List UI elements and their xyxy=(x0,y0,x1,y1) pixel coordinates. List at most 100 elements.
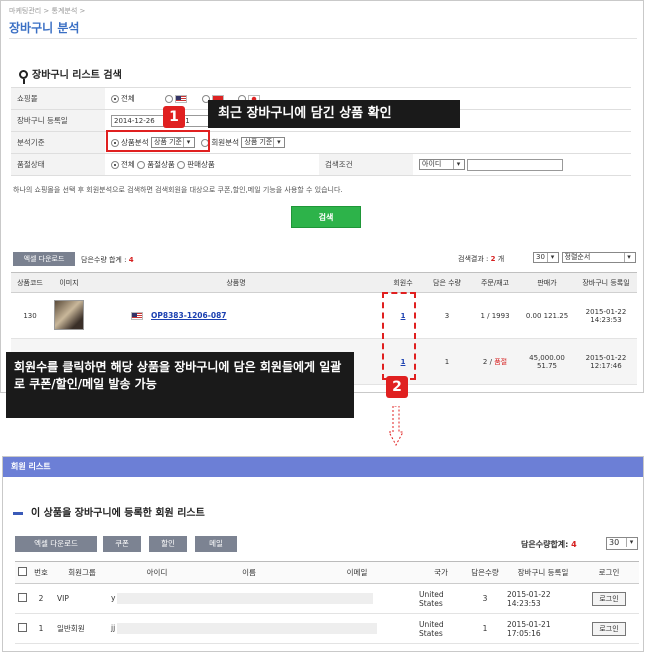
member-qty-total: 담은수량합계: 4 xyxy=(521,539,577,550)
col-members: 회원수 xyxy=(383,272,423,293)
basis-label: 분석기준 xyxy=(11,131,105,154)
search-icon xyxy=(19,70,28,84)
cond-select[interactable]: 아이디 xyxy=(419,159,465,170)
col-email: 이메일 xyxy=(295,561,419,584)
member-group: 일반회원 xyxy=(53,613,111,644)
member-qty: 3 xyxy=(463,583,507,614)
mail-button[interactable]: 메일 xyxy=(195,536,237,552)
col-no: 번호 xyxy=(29,561,53,584)
col-date: 장바구니 등록일 xyxy=(575,272,637,293)
mall-label: 쇼핑몰 xyxy=(11,87,105,110)
cart-date-day: 2015-01-22 xyxy=(585,353,627,362)
order-stock: 2 / xyxy=(482,357,492,366)
col-price: 판매가 xyxy=(519,272,575,293)
col-order-stock: 주문/재고 xyxy=(471,272,519,293)
col-id: 아이디 xyxy=(111,561,203,584)
mall-radio-all[interactable] xyxy=(111,95,119,103)
price: 0.00 121.25 xyxy=(519,292,575,339)
product-thumbnail[interactable] xyxy=(54,299,84,330)
basis-member-label: 회원분석 xyxy=(211,137,239,147)
coupon-button[interactable]: 쿠폰 xyxy=(103,536,141,552)
login-button[interactable]: 로그인 xyxy=(592,621,626,636)
member-page-size-select[interactable]: 30 xyxy=(606,537,638,550)
date-label: 장바구니 등록일 xyxy=(11,109,105,132)
select-all-checkbox[interactable] xyxy=(17,567,27,576)
total-qty-value: 4 xyxy=(128,256,134,264)
help-note: 하나의 쇼핑몰을 선택 후 회원분석으로 검색하면 검색회원을 대상으로 쿠폰,… xyxy=(13,186,343,194)
product-code: 130 xyxy=(11,292,49,339)
cart-date-time: 14:23:53 xyxy=(590,315,622,324)
status-soldout-label: 품절상품 xyxy=(147,160,175,169)
col-image: 이미지 xyxy=(49,272,89,293)
member-table: 번호 회원그룹 아이디 이름 이메일 국가 담은수량 장바구니 등록일 로그인 … xyxy=(15,561,639,644)
page-title: 장바구니 분석 xyxy=(9,21,80,35)
col-qty: 담은 수량 xyxy=(423,272,471,293)
product-name-link[interactable]: OP8383-1206-087 xyxy=(151,311,227,320)
col-name: 이름 xyxy=(203,561,295,584)
section-bar-icon xyxy=(13,511,23,515)
member-country: United States xyxy=(419,613,463,644)
redacted-member-info xyxy=(117,623,378,634)
table-row: 130 OP8383-1206-087 1 3 1 / 1993 0.00 12… xyxy=(11,292,637,339)
result-unit: 개 xyxy=(497,255,505,263)
member-date-time: 17:05:16 xyxy=(507,628,541,638)
mall-radio-all-label: 전체 xyxy=(121,94,135,103)
search-section-title: 장바구니 리스트 검색 xyxy=(19,66,122,84)
list-options: 30 정렬순서 xyxy=(533,252,637,263)
status-radio-selling[interactable] xyxy=(177,161,186,169)
divider xyxy=(9,38,637,39)
cart-date: 2015-01-22 14:23:53 xyxy=(575,292,637,339)
basis-highlight-box xyxy=(106,130,210,152)
member-list-section-title: 이 상품을 장바구니에 등록한 회원 리스트 xyxy=(13,504,205,519)
callout-2-text: 회원수를 클릭하면 해당 상품을 장바구니에 담은 회원들에게 일괄로 쿠폰/할… xyxy=(6,352,354,418)
search-result-count: 검색결과 : 2 개 xyxy=(458,254,504,264)
discount-button[interactable]: 할인 xyxy=(149,536,187,552)
excel-download-button[interactable]: 엑셀 다운로드 xyxy=(13,252,75,266)
total-qty-label: 담은수량 합계 : xyxy=(81,256,127,264)
login-button[interactable]: 로그인 xyxy=(592,591,626,606)
row-checkbox[interactable] xyxy=(17,623,27,632)
status-radio-soldout[interactable] xyxy=(137,161,146,169)
member-qty: 1 xyxy=(463,613,507,644)
cond-input[interactable] xyxy=(467,158,564,171)
member-list-title-bar: 회원 리스트 xyxy=(3,457,643,477)
status-all-label: 전체 xyxy=(121,160,135,169)
search-button[interactable]: 검색 xyxy=(291,206,361,228)
soldout-badge: 품절 xyxy=(494,357,508,366)
member-id: jj xyxy=(111,623,116,633)
member-no: 2 xyxy=(29,583,53,614)
status-radio-all[interactable] xyxy=(111,161,119,169)
member-list-section-label: 이 상품을 장바구니에 등록한 회원 리스트 xyxy=(31,508,205,519)
member-country: United States xyxy=(419,583,463,614)
cart-date-day: 2015-01-22 xyxy=(585,307,627,316)
col-code: 상품코드 xyxy=(11,272,49,293)
member-list-panel: 회원 리스트 이 상품을 장바구니에 등록한 회원 리스트 엑셀 다운로드 쿠폰… xyxy=(2,456,644,652)
cart-date-time: 12:17:46 xyxy=(590,361,622,370)
mall-radio-us[interactable] xyxy=(165,95,174,103)
col-country: 국가 xyxy=(419,561,463,584)
price: 45,000.00 xyxy=(529,353,565,362)
sort-select[interactable]: 정렬순서 xyxy=(561,252,636,263)
cart-qty: 1 xyxy=(423,338,471,385)
search-section-label: 장바구니 리스트 검색 xyxy=(32,70,122,81)
row-checkbox[interactable] xyxy=(17,593,27,602)
member-date-day: 2015-01-22 xyxy=(507,589,551,599)
member-group: VIP xyxy=(53,583,111,614)
callout-2-number: 2 xyxy=(386,376,408,398)
status-label: 품절상태 xyxy=(11,153,105,176)
basis-member-select[interactable]: 상품 기준 xyxy=(241,137,286,149)
col-date: 장바구니 등록일 xyxy=(507,561,579,584)
cond-label: 검색조건 xyxy=(319,153,413,176)
date-from-input[interactable]: 2014-12-26 xyxy=(111,114,171,127)
result-count: 2 xyxy=(490,255,496,263)
member-count-highlight-box xyxy=(382,292,416,380)
member-excel-button[interactable]: 엑셀 다운로드 xyxy=(15,536,97,552)
col-login: 로그인 xyxy=(579,561,639,584)
col-group: 회원그룹 xyxy=(53,561,111,584)
page-size-select[interactable]: 30 xyxy=(533,252,559,263)
member-date-day: 2015-01-21 xyxy=(507,619,551,629)
table-row: 1 일반회원 jj United States 1 2015-01-21 17:0… xyxy=(15,613,639,644)
cart-analysis-panel: 마케팅관리 > 통계분석 > 장바구니 분석 장바구니 리스트 검색 쇼핑몰 전… xyxy=(0,0,644,393)
table-row: 2 VIP y United States 3 2015-01-22 14:23:… xyxy=(15,583,639,614)
member-no: 1 xyxy=(29,613,53,644)
